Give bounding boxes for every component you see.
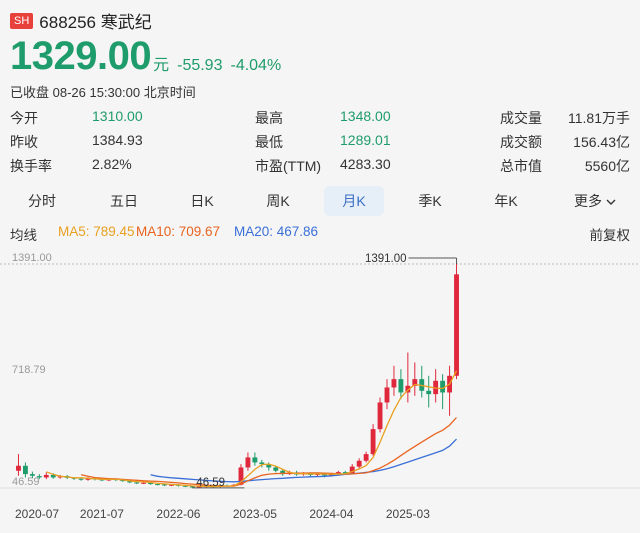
x-tick-label: 2024-04: [309, 507, 353, 521]
x-tick-label: 2025-03: [386, 507, 430, 521]
stat-value-open: 1310.00: [92, 108, 143, 124]
ma20-label: MA20: 467.86: [234, 224, 319, 239]
tab-monthly-k[interactable]: 月K: [324, 186, 384, 216]
candle-body: [43, 474, 49, 478]
x-tick-label: 2020-07: [15, 507, 59, 521]
stat-value-pe: 4283.30: [340, 156, 391, 172]
x-tick-label: 2022-06: [156, 507, 200, 521]
stock-header: SH 688256 寒武纪: [10, 8, 152, 33]
exchange-badge: SH: [10, 12, 34, 29]
y-tick-label: 718.79: [12, 364, 46, 376]
stat-label-pe: 市盈(TTM): [255, 158, 322, 174]
stat-value-amount: 156.43亿: [573, 134, 630, 150]
candle-body: [377, 402, 383, 430]
stat-label-volume: 成交量: [500, 110, 542, 126]
tab-daily-k-label: 日K: [190, 193, 214, 209]
stat-label-market-cap: 总市值: [500, 158, 542, 174]
candle-body: [29, 474, 35, 476]
stat-value-high: 1348.00: [340, 108, 391, 124]
stats-grid: 今开 1310.00 昨收 1384.93 换手率 2.82% 最高 1348.…: [10, 108, 630, 174]
ma-bar-label[interactable]: 均线: [10, 224, 37, 244]
market-status: 已收盘 08-26 15:30:00 北京时间: [10, 85, 196, 100]
candle-body: [398, 379, 404, 393]
stat-label-high: 最高: [255, 110, 283, 126]
y-tick-label: 46.59: [12, 476, 40, 488]
tab-daily-k[interactable]: 日K: [172, 186, 232, 216]
candle-body: [36, 476, 42, 478]
tab-yearly-k-label: 年K: [494, 193, 518, 209]
stat-label-amount: 成交额: [500, 134, 542, 150]
stat-value-volume: 11.81万手: [568, 110, 630, 126]
tab-five-day-label: 五日: [110, 193, 138, 209]
candle-body: [78, 478, 84, 480]
tab-monthly-k-label: 月K: [342, 193, 366, 209]
candle-body: [426, 390, 432, 395]
candle-body: [440, 380, 446, 393]
y-tick-label: 1391.00: [12, 252, 52, 264]
current-price: 1329.00: [10, 34, 152, 78]
period-tabs: 分时 五日 日K 周K 月K 季K 年K 更多: [10, 186, 630, 216]
tab-intraday-label: 分时: [28, 193, 56, 209]
max-annotation-label: 1391.00: [365, 253, 407, 265]
candle-body: [363, 454, 369, 461]
candle-body: [155, 484, 160, 486]
candle-body: [391, 379, 397, 388]
stat-value-low: 1289.01: [340, 132, 391, 148]
candle-body: [134, 482, 140, 484]
stat-value-prev-close: 1384.93: [92, 132, 143, 148]
candle-body: [22, 465, 28, 475]
price-change: -55.93: [177, 57, 223, 74]
tab-more-label: 更多: [574, 193, 603, 209]
price-change-pct: -4.04%: [230, 57, 282, 74]
tab-weekly-k-label: 周K: [266, 193, 290, 209]
kline-chart[interactable]: 1391.00 718.79 46.59 1391.00 46.59 2020-07 202…: [0, 248, 640, 533]
candle-body: [273, 467, 279, 471]
candle-body: [141, 482, 147, 484]
stock-title: 688256 寒武纪: [39, 13, 152, 32]
tab-five-day[interactable]: 五日: [94, 186, 154, 216]
candle-body: [370, 429, 376, 455]
candle-body: [356, 460, 362, 467]
chevron-down-icon: [606, 199, 616, 206]
price-unit: 元: [153, 57, 170, 74]
tab-weekly-k[interactable]: 周K: [248, 186, 308, 216]
stat-label-prev-close: 昨收: [10, 134, 38, 150]
tab-more[interactable]: 更多: [562, 186, 628, 216]
candle-body: [454, 274, 459, 376]
tab-quarterly-k[interactable]: 季K: [400, 186, 460, 216]
stat-value-market-cap: 5560亿: [584, 158, 630, 174]
ma5-label: MA5: 789.45: [58, 224, 135, 239]
min-annotation-label: 46.59: [196, 477, 225, 489]
price-adjust-button[interactable]: 前复权: [590, 224, 631, 244]
stat-label-turnover: 换手率: [10, 158, 52, 174]
ma5-line: [46, 370, 458, 488]
ma10-label: MA10: 709.67: [136, 224, 221, 239]
stat-value-turnover: 2.82%: [92, 156, 132, 172]
candle-body: [384, 387, 390, 403]
tab-quarterly-k-label: 季K: [418, 193, 442, 209]
tab-intraday[interactable]: 分时: [12, 186, 72, 216]
price-row: 1329.00 元 -55.93 -4.04%: [10, 34, 281, 78]
stat-label-open: 今开: [10, 110, 38, 126]
candle-body: [252, 457, 258, 463]
x-tick-label: 2023-05: [233, 507, 277, 521]
candle-body: [245, 457, 251, 468]
x-tick-label: 2021-07: [80, 507, 124, 521]
tab-yearly-k[interactable]: 年K: [476, 186, 536, 216]
candle-body: [16, 465, 21, 471]
stat-label-low: 最低: [255, 134, 283, 150]
ma10-line: [80, 417, 457, 487]
